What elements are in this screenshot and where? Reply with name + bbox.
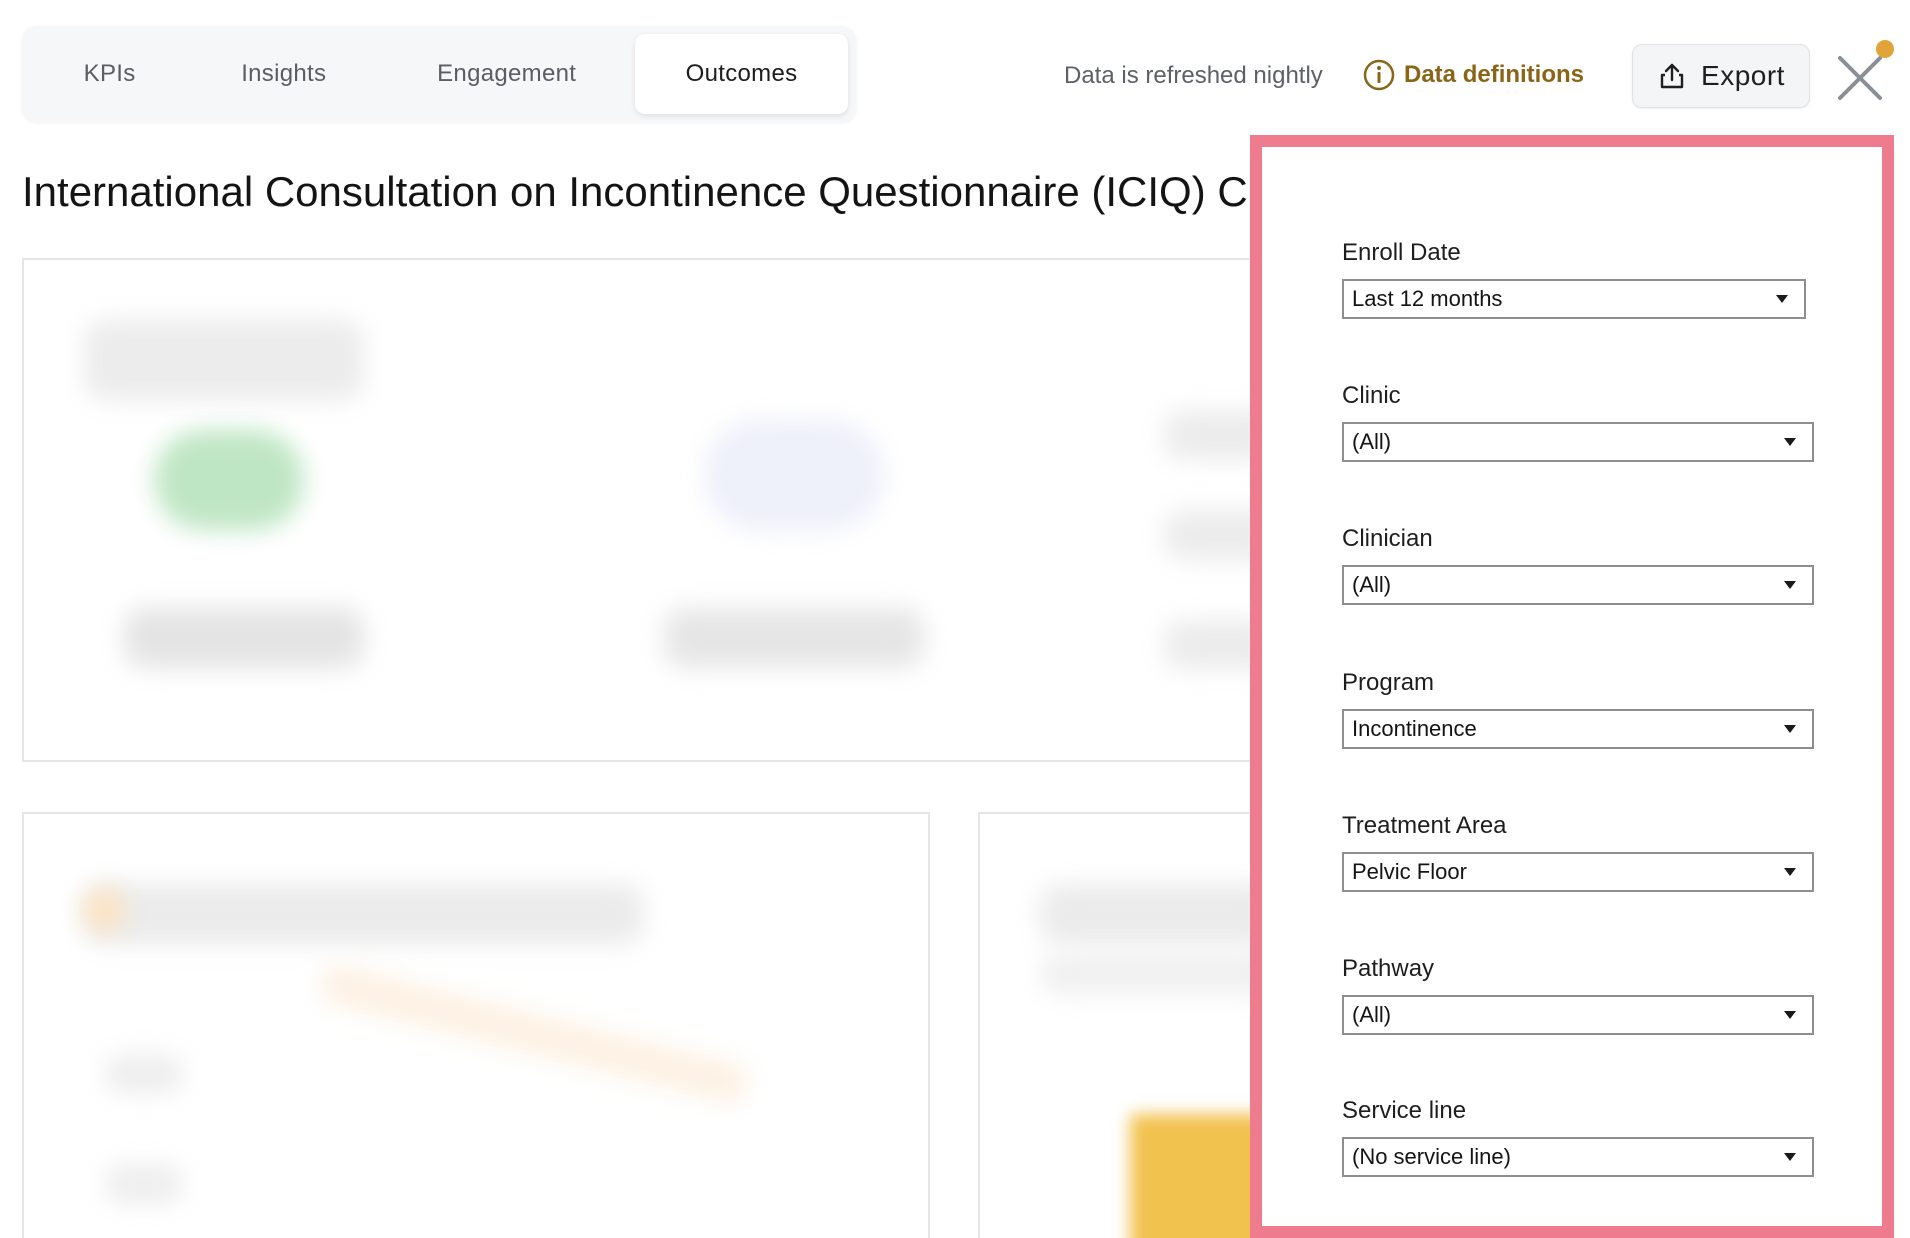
caret-down-icon xyxy=(1784,1153,1796,1161)
info-circle-icon xyxy=(1362,58,1396,92)
caret-down-icon xyxy=(1784,725,1796,733)
select-value: Pelvic Floor xyxy=(1352,859,1467,884)
blurred-card-subheader xyxy=(1040,954,1276,994)
filter-enroll-date: Enroll Date Last 12 months xyxy=(1342,239,1806,319)
blurred-card-icon xyxy=(84,888,124,932)
tab-outcomes[interactable]: Outcomes xyxy=(635,34,848,114)
summary-card xyxy=(22,258,1262,762)
filter-panel: Enroll Date Last 12 months Clinic (All) … xyxy=(1250,135,1894,1238)
tab-insights[interactable]: Insights xyxy=(189,34,378,114)
blurred-card-header xyxy=(84,884,644,944)
blurred-trend-line xyxy=(315,961,753,1107)
share-upload-icon xyxy=(1657,61,1687,91)
filter-program: Program Incontinence xyxy=(1342,669,1814,749)
select-value: Last 12 months xyxy=(1352,286,1503,311)
filter-treatment-area: Treatment Area Pelvic Floor xyxy=(1342,812,1814,892)
filter-label: Program xyxy=(1342,669,1435,696)
blurred-legend-item xyxy=(1164,510,1260,560)
select-value: Incontinence xyxy=(1352,716,1477,741)
select-value: (All) xyxy=(1352,1002,1392,1027)
blurred-card-header xyxy=(1040,884,1276,944)
export-label: Export xyxy=(1701,60,1785,91)
export-button[interactable]: Export xyxy=(1632,44,1810,108)
filter-label: Clinician xyxy=(1342,525,1433,552)
filter-pathway: Pathway (All) xyxy=(1342,955,1814,1035)
caret-down-icon xyxy=(1776,295,1788,303)
trend-card xyxy=(22,812,930,1238)
blurred-metric-neutral xyxy=(704,420,884,530)
service-line-select[interactable]: (No service line) xyxy=(1342,1137,1814,1177)
clinic-select[interactable]: (All) xyxy=(1342,422,1814,462)
program-select[interactable]: Incontinence xyxy=(1342,709,1814,749)
distribution-card xyxy=(978,812,1278,1238)
close-icon xyxy=(1838,56,1882,100)
caret-down-icon xyxy=(1784,868,1796,876)
filter-label: Clinic xyxy=(1342,382,1401,409)
enroll-date-select[interactable]: Last 12 months xyxy=(1342,279,1806,319)
blurred-axis-tick xyxy=(104,1164,184,1204)
blurred-legend-item xyxy=(1164,620,1260,670)
filter-label: Treatment Area xyxy=(1342,812,1507,839)
select-value: (All) xyxy=(1352,429,1392,454)
blurred-legend-item xyxy=(1164,410,1260,460)
blurred-axis-tick xyxy=(104,1054,184,1094)
filter-clinician: Clinician (All) xyxy=(1342,525,1814,605)
refresh-note: Data is refreshed nightly xyxy=(1064,62,1323,89)
treatment-area-select[interactable]: Pelvic Floor xyxy=(1342,852,1814,892)
tab-engagement[interactable]: Engagement xyxy=(378,34,635,114)
tab-bar: KPIs Insights Engagement Outcomes xyxy=(22,26,856,122)
pathway-select[interactable]: (All) xyxy=(1342,995,1814,1035)
caret-down-icon xyxy=(1784,1011,1796,1019)
caret-down-icon xyxy=(1784,581,1796,589)
filter-label: Pathway xyxy=(1342,955,1435,982)
filter-label: Enroll Date xyxy=(1342,239,1461,266)
data-definitions-link[interactable]: Data definitions xyxy=(1362,58,1584,92)
caret-down-icon xyxy=(1784,438,1796,446)
blurred-metric-positive xyxy=(154,430,304,530)
data-definitions-label: Data definitions xyxy=(1404,61,1585,88)
blurred-metric-label xyxy=(664,608,924,668)
select-value: (All) xyxy=(1352,572,1392,597)
blurred-card-header xyxy=(84,320,364,400)
blurred-metric-label xyxy=(124,608,364,668)
filter-label: Service line xyxy=(1342,1097,1467,1124)
select-value: (No service line) xyxy=(1352,1144,1511,1169)
page-title: International Consultation on Incontinen… xyxy=(22,168,1248,215)
clinician-select[interactable]: (All) xyxy=(1342,565,1814,605)
notification-dot xyxy=(1876,40,1894,58)
filter-clinic: Clinic (All) xyxy=(1342,382,1814,462)
tab-kpis[interactable]: KPIs xyxy=(30,34,189,114)
filter-service-line: Service line (No service line) xyxy=(1342,1097,1814,1177)
close-button[interactable] xyxy=(1832,50,1888,106)
